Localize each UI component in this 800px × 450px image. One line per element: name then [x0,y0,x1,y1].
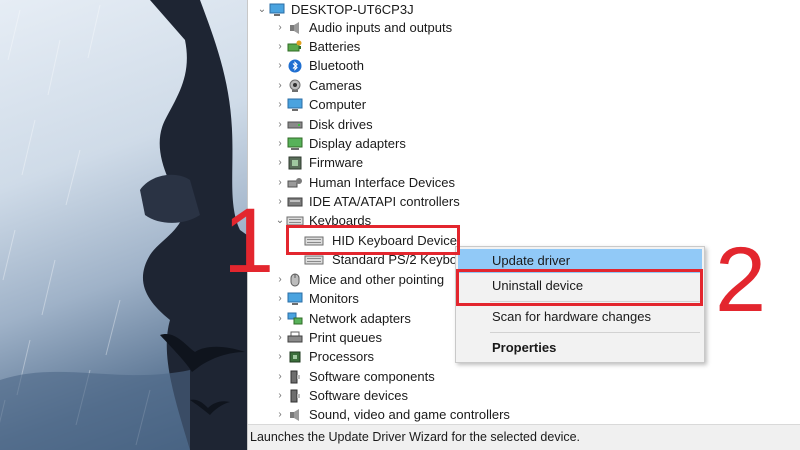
software-component-icon [286,369,304,385]
menu-separator [490,332,700,333]
expand-arrow-icon[interactable]: › [274,405,286,424]
printer-icon [286,330,304,346]
tree-item-label: Print queues [309,330,382,345]
tree-item-label: Sound, video and game controllers [309,407,510,422]
mouse-icon [286,272,304,288]
tree-item-software-components[interactable]: › Software components [274,367,435,386]
tree-item-label: Firmware [309,155,364,170]
tree-item-audio[interactable]: › Audio inputs and outputs [274,18,452,37]
expand-arrow-icon[interactable]: › [274,270,286,289]
bluetooth-icon [286,58,304,74]
tree-root-label: DESKTOP-UT6CP3J [291,2,414,17]
tree-item-firmware[interactable]: › Firmware [274,153,363,172]
expand-arrow-icon[interactable]: › [274,95,286,114]
expand-arrow-icon[interactable]: › [274,56,286,75]
tree-item-sound[interactable]: › Sound, video and game controllers [274,405,510,424]
tree-item-label: Software components [309,369,435,384]
tree-item-label: Cameras [309,78,362,93]
monitor-icon [286,97,304,113]
expand-arrow-icon[interactable]: › [274,76,286,95]
expand-arrow-icon[interactable]: › [274,289,286,308]
expand-arrow-icon[interactable]: › [274,18,286,37]
processor-icon [286,349,304,365]
tree-item-label: Monitors [309,291,359,306]
battery-icon [286,39,304,55]
expand-arrow-icon[interactable]: › [274,367,286,386]
tree-item-cameras[interactable]: › Cameras [274,76,362,95]
tree-item-display-adapters[interactable]: › Display adapters [274,134,406,153]
tree-item-software-devices[interactable]: › Software devices [274,386,408,405]
menu-item-scan-hardware[interactable]: Scan for hardware changes [458,305,702,329]
expand-arrow-icon[interactable]: › [274,37,286,56]
tree-item-label: Software devices [309,388,408,403]
tree-item-disk-drives[interactable]: › Disk drives [274,115,373,134]
sound-icon [286,407,304,423]
hid-icon [286,175,304,191]
expand-arrow-icon[interactable]: › [274,115,286,134]
display-adapter-icon [286,136,304,152]
tree-item-mice[interactable]: › Mice and other pointing [274,270,444,289]
desktop-wallpaper [0,0,247,450]
menu-item-properties[interactable]: Properties [458,336,702,360]
highlight-box-uninstall [456,269,703,306]
tree-item-label: Network adapters [309,311,411,326]
tree-item-label: IDE ATA/ATAPI controllers [309,194,460,209]
tree-item-computer[interactable]: › Computer [274,95,366,114]
tree-item-label: Bluetooth [309,58,364,73]
tree-item-hid[interactable]: › Human Interface Devices [274,173,455,192]
expand-arrow-icon[interactable]: › [274,173,286,192]
tree-item-label: Mice and other pointing [309,272,445,287]
tree-item-processors[interactable]: › Processors [274,347,374,366]
tree-item-batteries[interactable]: › Batteries [274,37,360,56]
software-device-icon [286,388,304,404]
firmware-icon [286,155,304,171]
tree-item-label: Disk drives [309,117,373,132]
tree-item-bluetooth[interactable]: › Bluetooth [274,56,364,75]
tree-item-network-adapters[interactable]: › Network adapters [274,309,411,328]
tree-item-label: Batteries [309,39,361,54]
network-icon [286,311,304,327]
tree-item-print-queues[interactable]: › Print queues [274,328,382,347]
wallpaper-art [0,0,247,450]
tree-root[interactable]: ⌄ DESKTOP-UT6CP3J [256,0,414,19]
tree-item-label: Processors [309,349,375,364]
status-bar: Launches the Update Driver Wizard for th… [248,424,800,450]
tree-item-label: Display adapters [309,136,406,151]
tree-item-label: Audio inputs and outputs [309,20,453,35]
expand-arrow-icon[interactable]: › [274,328,286,347]
step-number-2: 2 [715,229,767,331]
tree-item-label: Computer [309,97,367,112]
tree-item-monitors[interactable]: › Monitors [274,289,359,308]
tree-item-label: Human Interface Devices [309,175,455,190]
speaker-icon [286,20,304,36]
step-number-1: 1 [223,190,275,292]
disk-drive-icon [286,117,304,133]
computer-icon [268,2,286,18]
expand-arrow-icon[interactable]: › [274,347,286,366]
collapse-arrow-icon[interactable]: ⌄ [256,0,268,19]
expand-arrow-icon[interactable]: › [274,309,286,328]
tree-item-ide[interactable]: › IDE ATA/ATAPI controllers [274,192,460,211]
ide-controller-icon [286,194,304,210]
collapse-arrow-icon[interactable]: ⌄ [274,211,286,230]
expand-arrow-icon[interactable]: › [274,153,286,172]
expand-arrow-icon[interactable]: › [274,192,286,211]
camera-icon [286,78,304,94]
expand-arrow-icon[interactable]: › [274,134,286,153]
expand-arrow-icon[interactable]: › [274,386,286,405]
monitor-icon [286,291,304,307]
highlight-box-hid-keyboard [286,225,460,255]
